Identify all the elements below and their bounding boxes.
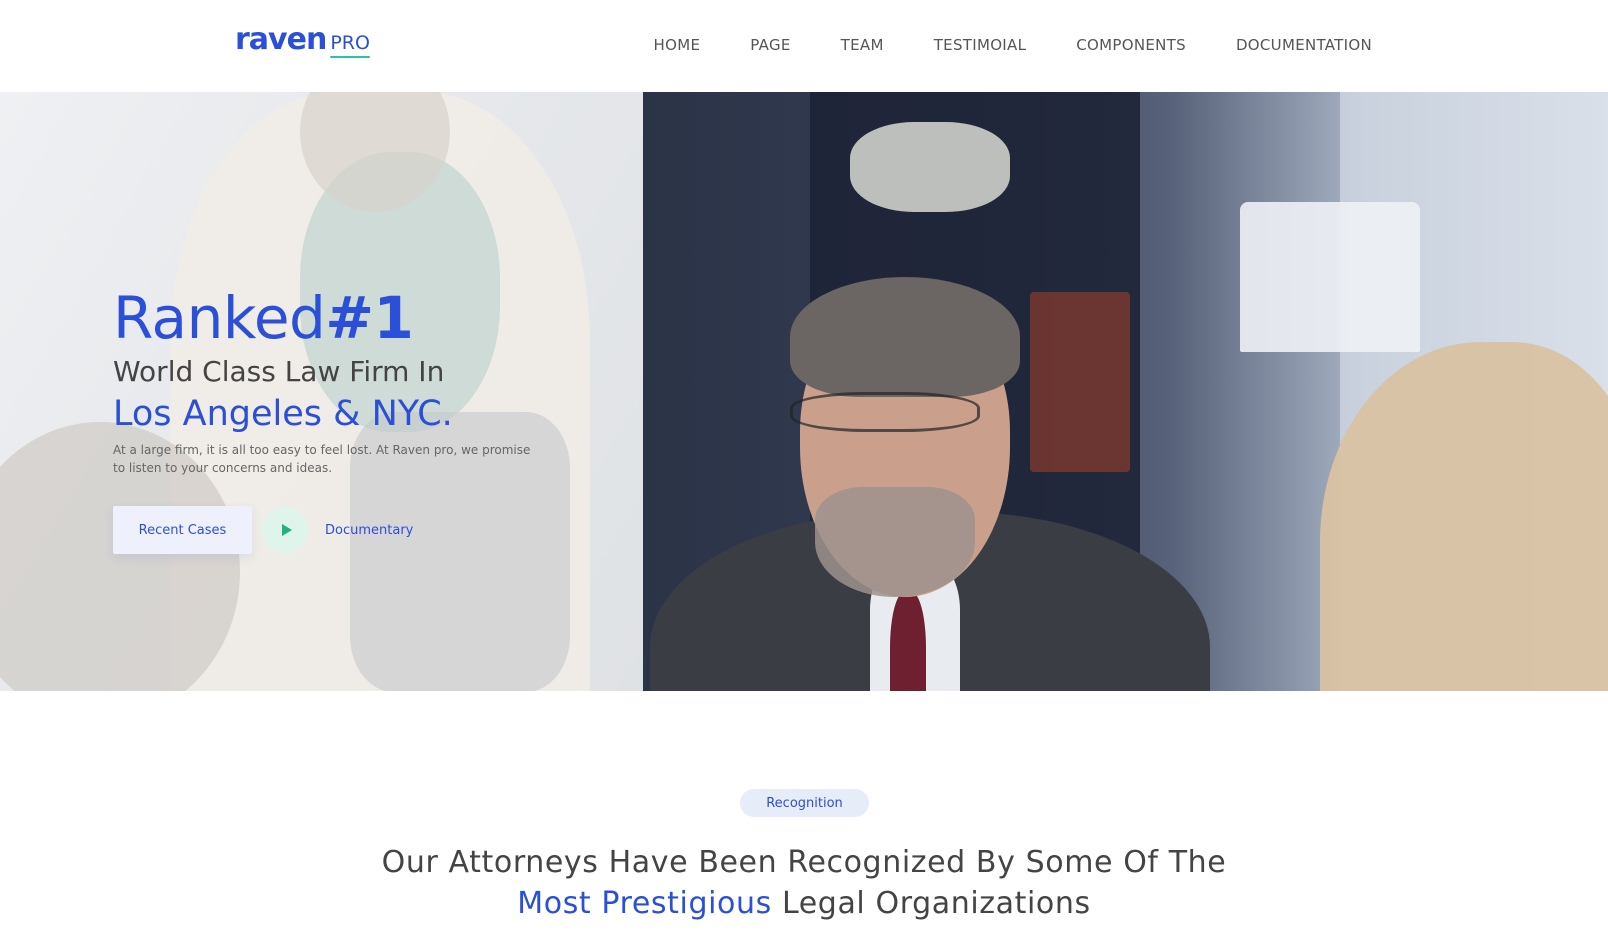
nav-item-testimonial[interactable]: TESTIMOIAL — [934, 36, 1027, 54]
recognition-badge: Recognition — [740, 789, 869, 817]
hero-title-number: #1 — [325, 284, 414, 352]
hero-subtitle: World Class Law Firm In — [113, 355, 445, 388]
recognition-heading-line1: Our Attorneys Have Been Recognized By So… — [381, 845, 1227, 880]
photo-lawyer-hair — [790, 277, 1020, 397]
documentary-link[interactable]: Documentary — [325, 523, 413, 538]
photo-lawyer-glasses — [790, 392, 980, 432]
play-button[interactable] — [262, 507, 308, 553]
photo-scooter-figure — [850, 122, 1010, 212]
hero-actions: Recent Cases Documentary — [113, 506, 413, 554]
hero-title: Ranked#1 — [113, 287, 553, 349]
nav-item-components[interactable]: COMPONENTS — [1076, 36, 1186, 54]
play-icon — [281, 524, 292, 536]
recent-cases-button[interactable]: Recent Cases — [113, 506, 252, 554]
main-nav: HOME PAGE TEAM TESTIMOIAL COMPONENTS DOC… — [604, 36, 1372, 54]
recognition-heading-line2: Most Prestigious Legal Organizations — [0, 883, 1608, 925]
recognition-line2-rest: Legal Organizations — [771, 886, 1091, 921]
photo-lamp — [1240, 202, 1420, 352]
hero-section: Ranked#1 World Class Law Firm In Los Ang… — [0, 92, 1608, 691]
nav-item-team[interactable]: TEAM — [841, 36, 884, 54]
photo-lawyer-beard — [815, 487, 975, 597]
hero-title-prefix: Ranked — [113, 284, 326, 352]
site-header: raven PRO HOME PAGE TEAM TESTIMOIAL COMP… — [0, 0, 1608, 92]
hero-text: Ranked#1 World Class Law Firm In Los Ang… — [113, 287, 553, 477]
brand-suffix: PRO — [330, 32, 370, 58]
brand-name: raven — [235, 22, 327, 57]
photo-lawyer-tie — [890, 592, 926, 691]
recognition-accent: Most Prestigious — [517, 886, 772, 921]
nav-item-documentation[interactable]: DOCUMENTATION — [1236, 36, 1372, 54]
hero-description: At a large firm, it is all too easy to f… — [113, 443, 531, 475]
nav-item-home[interactable]: HOME — [654, 36, 701, 54]
nav-item-page[interactable]: PAGE — [750, 36, 790, 54]
photo-books — [1030, 292, 1130, 472]
brand-logo[interactable]: raven PRO — [235, 22, 370, 58]
hero-location: Los Angeles & NYC. — [113, 394, 453, 434]
